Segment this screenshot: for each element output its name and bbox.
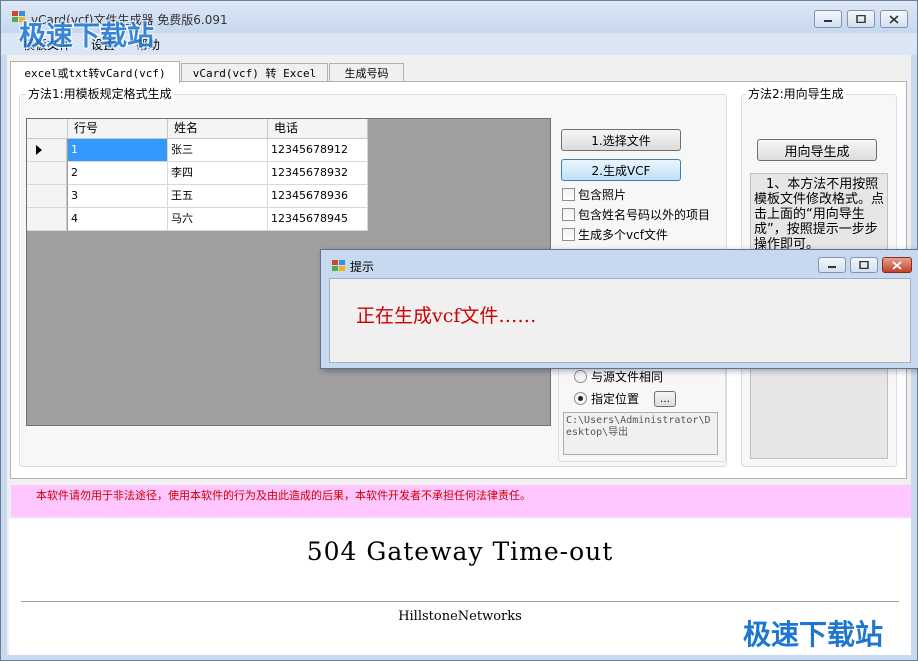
include-other-fields-checkbox[interactable] [562, 208, 575, 221]
generate-vcf-button[interactable]: 2.生成VCF [561, 159, 681, 181]
column-header-row-number[interactable]: 行号 [68, 119, 168, 139]
output-path-field[interactable]: C:\Users\Administrator\Desktop\导出 [563, 412, 718, 455]
specify-location-radio[interactable] [574, 392, 587, 405]
progress-dialog: 提示 正在生成vcf文件…… [320, 249, 918, 369]
include-photo-label: 包含照片 [578, 188, 627, 202]
table-cell[interactable]: 张三 [168, 139, 268, 162]
dialog-body: 正在生成vcf文件…… [329, 278, 911, 363]
browse-button[interactable]: … [654, 391, 676, 407]
dialog-title: 提示 [350, 260, 375, 274]
warning-bar: 本软件请勿用于非法途径，使用本软件的行为及由此造成的后果，本软件开发者不承担任何… [11, 485, 911, 517]
watermark-logo-bottom: 极速下载站 [743, 618, 884, 651]
main-window: vCard(vcf)文件生成器 免费版6.091 模板文件 设置 帮助 exce… [0, 0, 918, 661]
tab-excel-to-vcard[interactable]: excel或txt转vCard(vcf) [10, 61, 180, 83]
radio-dot [578, 396, 583, 401]
minimize-icon [828, 266, 836, 268]
table-cell[interactable]: 1 [68, 139, 168, 162]
include-other-fields-label: 包含姓名号码以外的项目 [578, 208, 711, 222]
close-button[interactable] [880, 10, 908, 28]
divider [21, 601, 899, 602]
table-cell[interactable]: 3 [68, 185, 168, 208]
specify-location-label: 指定位置 [591, 392, 640, 406]
table-cell[interactable]: 12345678945 [268, 208, 368, 231]
close-icon [892, 260, 902, 270]
same-as-source-label: 与源文件相同 [591, 370, 664, 384]
table-cell[interactable]: 12345678936 [268, 185, 368, 208]
error-heading: 504 Gateway Time-out [306, 537, 614, 566]
warning-text: 本软件请勿用于非法途径，使用本软件的行为及由此造成的后果，本软件开发者不承担任何… [36, 489, 531, 502]
tab-vcard-to-excel[interactable]: vCard(vcf) 转 Excel [181, 63, 328, 82]
close-icon [889, 14, 899, 24]
table-cell[interactable]: 12345678912 [268, 139, 368, 162]
table-cell[interactable]: 2 [68, 162, 168, 185]
dialog-message: 正在生成vcf文件…… [356, 305, 537, 327]
wizard-generate-button[interactable]: 用向导生成 [757, 139, 877, 161]
tab-generate-numbers[interactable]: 生成号码 [329, 63, 404, 82]
table-cell[interactable]: 王五 [168, 185, 268, 208]
row-header-current[interactable] [27, 139, 67, 162]
row-header[interactable] [27, 208, 67, 231]
method2-title: 方法2:用向导生成 [746, 85, 846, 102]
multiple-vcf-label: 生成多个vcf文件 [578, 228, 668, 242]
dialog-app-icon [332, 260, 345, 271]
grid-corner-header [27, 119, 68, 139]
table-cell[interactable]: 李四 [168, 162, 268, 185]
current-row-arrow-icon [36, 145, 42, 155]
maximize-icon [856, 15, 866, 23]
multiple-vcf-checkbox[interactable] [562, 228, 575, 241]
dialog-close-button[interactable] [882, 257, 912, 273]
table-cell[interactable]: 12345678932 [268, 162, 368, 185]
same-as-source-radio[interactable] [574, 370, 587, 383]
minimize-button[interactable] [814, 10, 842, 28]
column-header-phone[interactable]: 电话 [268, 119, 368, 139]
dialog-maximize-button[interactable] [850, 257, 878, 273]
column-header-name[interactable]: 姓名 [168, 119, 268, 139]
maximize-icon [859, 261, 869, 269]
table-cell[interactable]: 马六 [168, 208, 268, 231]
row-header[interactable] [27, 162, 67, 185]
dialog-minimize-button[interactable] [818, 257, 846, 273]
row-header[interactable] [27, 185, 67, 208]
watermark-logo-top: 极速下载站 [19, 21, 154, 52]
minimize-icon [824, 20, 832, 22]
choose-file-button[interactable]: 1.选择文件 [561, 129, 681, 151]
method1-title: 方法1:用模板规定格式生成 [26, 85, 174, 102]
include-photo-checkbox[interactable] [562, 188, 575, 201]
maximize-button[interactable] [847, 10, 875, 28]
table-cell[interactable]: 4 [68, 208, 168, 231]
